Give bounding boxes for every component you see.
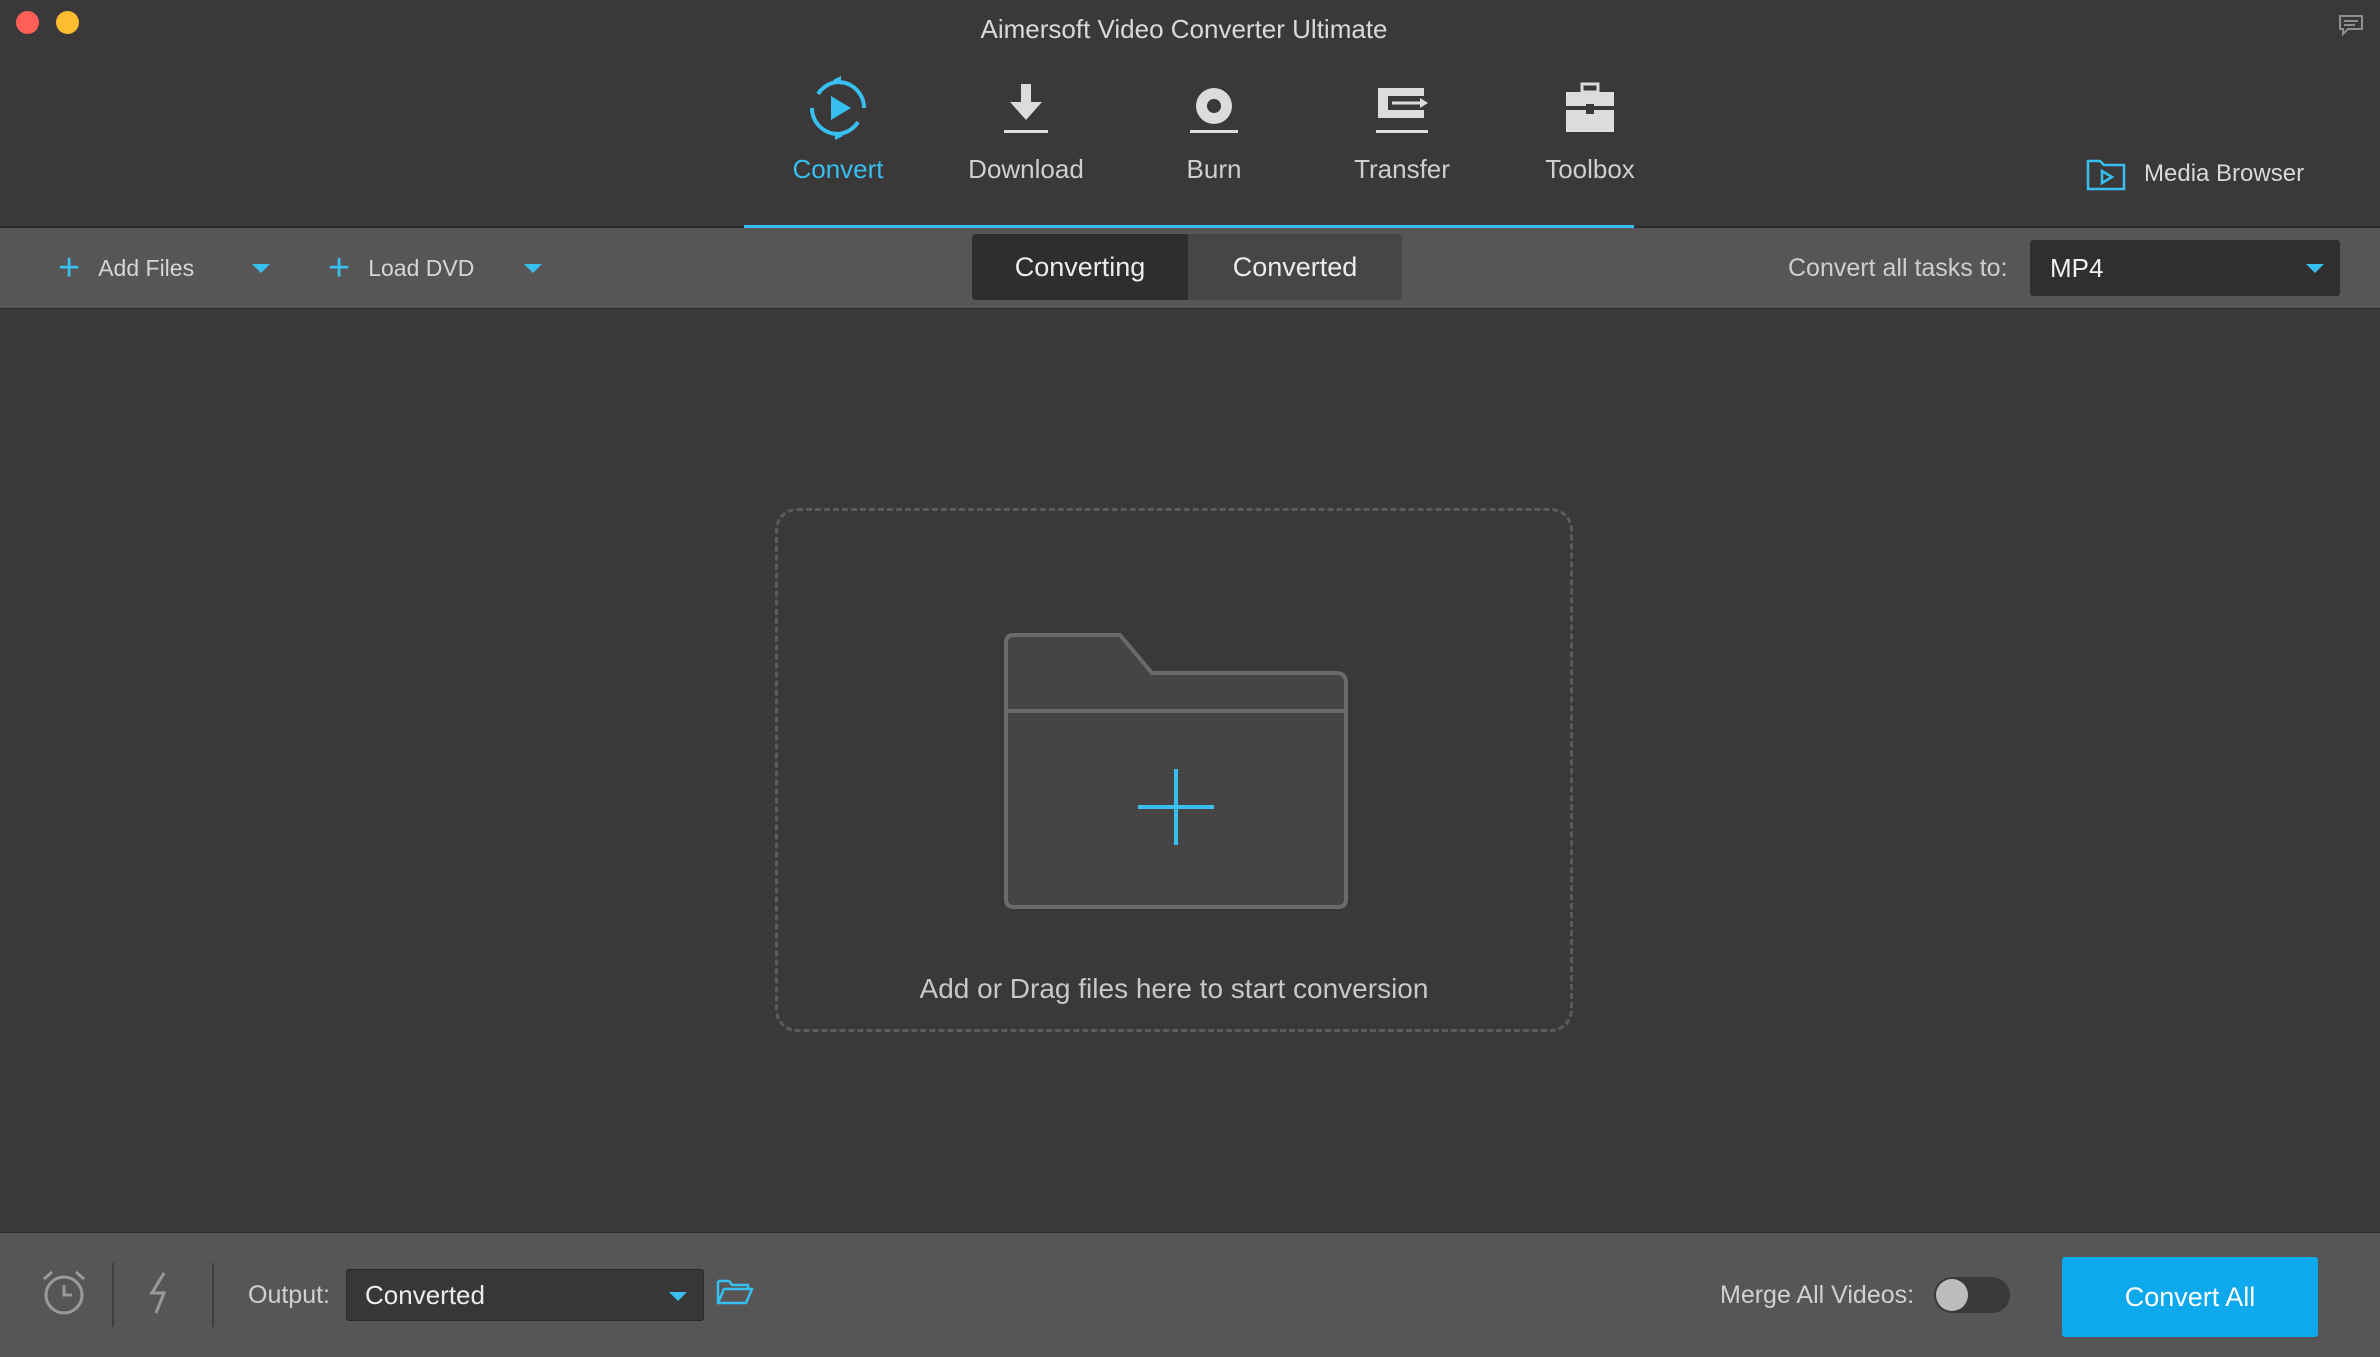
- output-format-value: MP4: [2050, 252, 2104, 283]
- title-bar: Aimersoft Video Converter Ultimate Conve…: [0, 0, 2380, 228]
- transfer-icon: [1376, 88, 1428, 133]
- chevron-down-icon: [669, 1292, 687, 1301]
- add-files-dropdown[interactable]: [252, 228, 270, 308]
- nav-transfer[interactable]: Transfer: [1308, 66, 1496, 226]
- open-folder-icon[interactable]: [716, 1277, 754, 1312]
- main-nav: Convert Download Burn Transfer Toolbox: [744, 66, 1635, 228]
- media-browser-label: Media Browser: [2144, 160, 2305, 187]
- output-folder-value: Converted: [365, 1279, 485, 1310]
- nav-burn[interactable]: Burn: [1120, 66, 1308, 226]
- window-title: Aimersoft Video Converter Ultimate: [980, 14, 1388, 44]
- output-format-select[interactable]: MP4: [2030, 240, 2340, 296]
- tab-converting[interactable]: Converting: [972, 234, 1188, 300]
- merge-all-videos-label: Merge All Videos:: [1720, 1280, 1915, 1309]
- download-icon: [1004, 84, 1048, 133]
- chevron-down-icon: [2306, 264, 2324, 273]
- schedule-icon[interactable]: [40, 1269, 88, 1322]
- chevron-down-icon: [252, 263, 270, 273]
- nav-download-label: Download: [968, 154, 1084, 184]
- toolbox-icon: [1566, 82, 1614, 132]
- convert-icon: [810, 76, 866, 140]
- convert-all-button[interactable]: Convert All: [2062, 1257, 2318, 1337]
- load-dvd-label: Load DVD: [368, 254, 475, 281]
- output-folder-select[interactable]: Converted: [346, 1269, 704, 1321]
- merge-all-videos-toggle[interactable]: [1934, 1277, 2010, 1313]
- nav-convert[interactable]: Convert: [744, 66, 932, 226]
- convert-all-tasks-label: Convert all tasks to:: [1788, 253, 2008, 282]
- nav-toolbox[interactable]: Toolbox: [1496, 66, 1684, 226]
- plus-icon: +: [328, 247, 351, 289]
- footer-divider: [112, 1263, 114, 1327]
- output-label: Output:: [248, 1280, 330, 1309]
- nav-transfer-label: Transfer: [1354, 154, 1450, 184]
- load-dvd-button[interactable]: + Load DVD: [328, 228, 474, 308]
- plus-icon: +: [58, 247, 81, 289]
- nav-convert-label: Convert: [792, 154, 884, 184]
- feedback-icon[interactable]: [2338, 14, 2364, 41]
- footer-bar: Output: Converted Merge All Videos: Conv…: [0, 1232, 2380, 1357]
- add-files-button[interactable]: + Add Files: [58, 228, 194, 308]
- conversion-tabs: Converting Converted: [972, 234, 1402, 300]
- footer-divider: [212, 1263, 214, 1327]
- chevron-down-icon: [524, 263, 542, 273]
- media-browser-icon: [2086, 159, 2126, 191]
- file-drop-zone[interactable]: Add or Drag files here to start conversi…: [775, 508, 1573, 1032]
- burn-icon: [1190, 88, 1238, 133]
- load-dvd-dropdown[interactable]: [524, 228, 542, 308]
- tab-converted[interactable]: Converted: [1188, 234, 1402, 300]
- drop-zone-text: Add or Drag files here to start conversi…: [919, 973, 1429, 1004]
- toggle-knob: [1936, 1279, 1968, 1311]
- media-browser-button[interactable]: Media Browser: [2086, 152, 2304, 196]
- add-files-label: Add Files: [98, 254, 195, 281]
- nav-download[interactable]: Download: [932, 66, 1120, 226]
- nav-burn-label: Burn: [1186, 154, 1242, 184]
- speed-boost-icon[interactable]: [146, 1269, 176, 1322]
- nav-toolbox-label: Toolbox: [1545, 154, 1635, 184]
- toolbar: + Add Files + Load DVD Converting Conver…: [0, 228, 2380, 309]
- add-folder-icon[interactable]: [1002, 631, 1350, 911]
